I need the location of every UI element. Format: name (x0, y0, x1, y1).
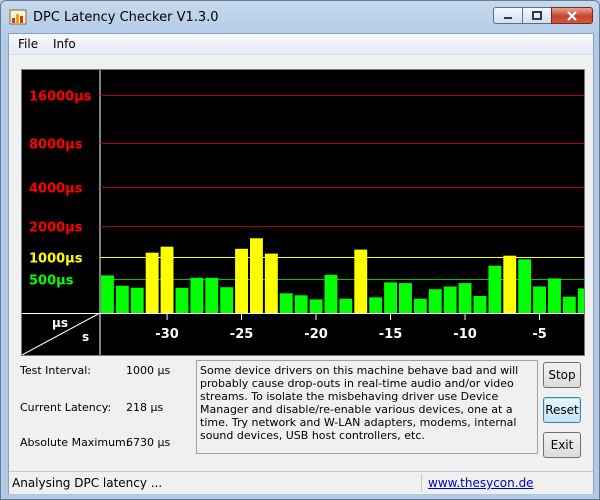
latency-chart: 16000µs 8000µs 4000µs 2000µs 1000µs 500µs -30 -… (21, 69, 585, 356)
y-tick-label: 16000µs (29, 90, 92, 105)
latency-bar (518, 259, 532, 313)
close-button[interactable] (551, 7, 593, 24)
latency-bar (577, 288, 584, 313)
test-interval-value: 1000 µs (126, 364, 171, 377)
latency-bar (443, 286, 457, 313)
status-bar: Analysing DPC latency ... www.thesycon.d… (9, 471, 593, 494)
absolute-max-label: Absolute Maximum: (20, 436, 130, 449)
latency-bar (533, 286, 546, 313)
y-tick-label: 4000µs (29, 182, 83, 197)
x-tick-label: -25 (230, 327, 254, 342)
latency-bar (503, 255, 517, 313)
absolute-max-value: 6730 µs (126, 436, 171, 449)
latency-bar (160, 246, 174, 313)
latency-chart-svg: 16000µs 8000µs 4000µs 2000µs 1000µs 500µs -30 -… (22, 70, 584, 355)
close-icon (567, 10, 577, 21)
latency-bar (413, 298, 427, 313)
latency-bar (130, 287, 144, 313)
latency-bar (205, 277, 219, 313)
menu-info[interactable]: Info (53, 37, 76, 51)
latency-bar (488, 265, 502, 313)
latency-bar (190, 277, 204, 313)
x-tick-label: -20 (304, 327, 328, 342)
minimize-button[interactable] (493, 7, 523, 24)
reset-button[interactable]: Reset (543, 397, 581, 423)
status-text: Analysing DPC latency ... (12, 476, 163, 490)
current-latency-value: 218 µs (126, 401, 164, 414)
x-tick-label: -10 (453, 327, 477, 342)
client-area: File Info 16000µs 8000µs 4000µs 2000µs 1000µ… (8, 33, 594, 494)
latency-bar (235, 248, 248, 313)
latency-bar (294, 295, 308, 313)
app-icon (9, 9, 27, 25)
y-tick-label: 2000µs (29, 221, 83, 236)
latency-bar (324, 274, 338, 313)
latency-bar (458, 283, 472, 313)
latency-bar (339, 298, 353, 313)
latency-bar (145, 252, 159, 313)
latency-bar (428, 289, 442, 313)
y-unit-label: µs (52, 316, 68, 330)
latency-bar (399, 283, 412, 313)
current-latency-label: Current Latency: (20, 401, 112, 414)
status-separator (421, 474, 422, 492)
y-tick-label: 1000µs (29, 252, 83, 267)
maximize-icon (532, 10, 542, 20)
x-tick-label: -30 (155, 327, 179, 342)
latency-bar (473, 296, 487, 313)
latency-bar (115, 285, 129, 313)
test-interval-label: Test Interval: (20, 364, 91, 377)
app-window: DPC Latency Checker V1.3.0 File Info 160… (0, 0, 600, 500)
latency-bar (279, 293, 293, 313)
latency-bar (264, 253, 278, 313)
latency-bar (101, 275, 114, 313)
info-message: Some device drivers on this machine beha… (196, 360, 538, 454)
latency-bar (250, 238, 263, 313)
latency-bar (384, 282, 397, 313)
window-title: DPC Latency Checker V1.3.0 (33, 10, 219, 25)
menu-bar: File Info (9, 34, 593, 55)
stop-button[interactable]: Stop (543, 362, 581, 388)
latency-bar (548, 278, 561, 313)
latency-bar (309, 299, 323, 313)
exit-button[interactable]: Exit (543, 432, 581, 458)
y-tick-label: 8000µs (29, 138, 83, 153)
minimize-icon (504, 16, 512, 19)
latency-bar (369, 297, 383, 313)
x-tick-label: -15 (379, 327, 403, 342)
latency-bar (354, 249, 368, 313)
latency-bar (562, 296, 576, 313)
x-unit-label: s (82, 330, 89, 344)
latency-bar (175, 287, 189, 313)
website-link[interactable]: www.thesycon.de (428, 476, 534, 490)
y-tick-label: 500µs (29, 274, 74, 289)
maximize-button[interactable] (522, 7, 552, 24)
x-tick-label: -5 (532, 327, 546, 342)
latency-bar (220, 287, 234, 313)
title-bar[interactable]: DPC Latency Checker V1.3.0 (1, 1, 599, 33)
menu-file[interactable]: File (18, 37, 38, 51)
